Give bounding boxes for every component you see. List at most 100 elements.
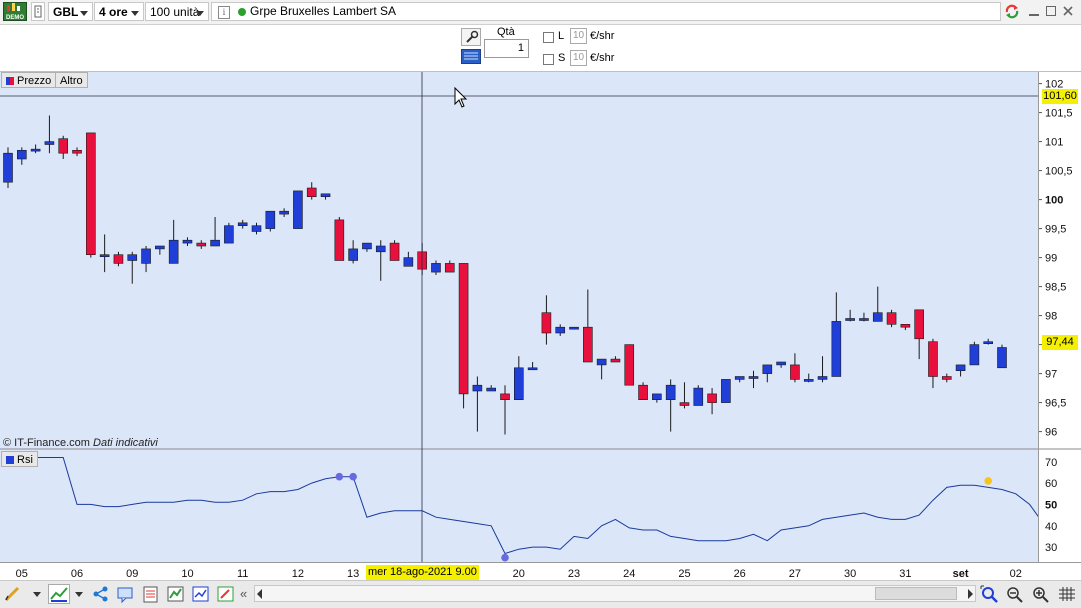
candle-body[interactable] (182, 239, 193, 244)
candle-body[interactable] (693, 387, 704, 406)
share-icon[interactable] (90, 584, 112, 604)
candle-body[interactable] (141, 248, 151, 264)
candle-body[interactable] (127, 254, 138, 261)
candle-body[interactable] (224, 225, 234, 244)
refresh-icon[interactable] (1003, 2, 1021, 21)
candle-body[interactable] (210, 239, 220, 247)
qty-input[interactable]: 1 (484, 39, 529, 58)
candle-body[interactable] (596, 358, 607, 366)
candle-body[interactable] (955, 364, 966, 371)
limit-input[interactable]: 10 (570, 28, 587, 44)
candle-body[interactable] (665, 384, 676, 401)
stop-input[interactable]: 10 (570, 50, 587, 66)
chart-type-icon[interactable] (48, 584, 70, 604)
candle-body[interactable] (872, 312, 883, 322)
candle-body[interactable] (155, 245, 165, 250)
zoom-out-icon[interactable] (1004, 584, 1026, 604)
minimize-icon[interactable] (1027, 4, 1041, 18)
candle-body[interactable] (279, 210, 289, 215)
price-axis[interactable]: 102101,5101100,510099,59998,59897,59796,… (1038, 72, 1081, 562)
stop-checkbox[interactable] (543, 54, 554, 65)
candle-body[interactable] (527, 367, 538, 371)
symbol-selector[interactable]: GBL (48, 2, 93, 21)
candle-body[interactable] (237, 222, 248, 227)
candle-body[interactable] (306, 187, 317, 197)
edit-chart-icon[interactable] (215, 584, 237, 604)
other-legend-button[interactable]: Altro (55, 72, 88, 88)
wrench-icon[interactable] (461, 28, 481, 46)
candle-body[interactable] (803, 379, 814, 382)
candle-body[interactable] (30, 148, 41, 152)
candle-body[interactable] (900, 324, 911, 328)
draw-pencil-icon[interactable] (2, 584, 24, 604)
candle-body[interactable] (610, 358, 621, 363)
candle-body[interactable] (831, 321, 842, 377)
chart-area[interactable]: Prezzo Altro © IT-Finance.com Dati indic… (0, 72, 1038, 562)
candle-body[interactable] (859, 318, 869, 321)
scroll-left-double-icon[interactable]: « (240, 586, 247, 602)
candle-body[interactable] (431, 263, 441, 273)
candle-body[interactable] (914, 309, 924, 340)
candle-body[interactable] (514, 367, 524, 400)
candle-body[interactable] (624, 344, 635, 386)
candle-body[interactable] (265, 210, 276, 229)
candle-body[interactable] (196, 242, 207, 247)
candle-body[interactable] (748, 376, 759, 379)
chart-svg[interactable] (0, 72, 1038, 562)
timeframe-selector[interactable]: 4 ore (94, 2, 144, 21)
candle-body[interactable] (348, 248, 358, 261)
candle-body[interactable] (583, 326, 593, 363)
candle-body[interactable] (486, 387, 496, 392)
candle-body[interactable] (569, 326, 579, 330)
candle-body[interactable] (941, 376, 952, 380)
candle-body[interactable] (113, 254, 124, 264)
chat-icon[interactable] (115, 584, 137, 604)
candle-body[interactable] (444, 263, 455, 273)
scrollbar[interactable] (254, 585, 976, 602)
scroll-left-icon[interactable] (257, 589, 262, 599)
candle-body[interactable] (928, 341, 938, 377)
candle-body[interactable] (555, 326, 566, 334)
candle-body[interactable] (734, 376, 745, 380)
candle-body[interactable] (679, 402, 690, 406)
zoom-fit-icon[interactable] (979, 584, 1001, 604)
candle-body[interactable] (403, 257, 414, 267)
candle-body[interactable] (638, 384, 648, 401)
maximize-icon[interactable] (1044, 4, 1058, 18)
candle-body[interactable] (845, 318, 855, 321)
candle-body[interactable] (293, 190, 303, 229)
candle-body[interactable] (707, 393, 717, 403)
candle-body[interactable] (652, 393, 662, 400)
zoom-in-icon[interactable] (1030, 584, 1052, 604)
calculator-icon[interactable] (140, 584, 162, 604)
candle-body[interactable] (790, 364, 800, 380)
rsi-legend[interactable]: Rsi (1, 451, 38, 467)
candle-body[interactable] (983, 341, 993, 345)
candle-body[interactable] (251, 225, 262, 232)
limit-checkbox[interactable] (543, 32, 554, 43)
keyboard-icon[interactable] (461, 49, 481, 64)
chevron-down-icon[interactable] (75, 592, 83, 597)
candle-body[interactable] (458, 263, 469, 395)
grid-icon[interactable] (1056, 584, 1078, 604)
close-icon[interactable] (1061, 4, 1075, 18)
scroll-right-icon[interactable] (968, 589, 973, 599)
candle-body[interactable] (389, 242, 400, 261)
candle-body[interactable] (969, 344, 980, 366)
time-axis[interactable]: 05060910111213162023242526273031set02030… (0, 562, 1081, 581)
candle-body[interactable] (86, 132, 96, 256)
candle-body[interactable] (500, 393, 510, 400)
window-chart-icon[interactable] (190, 584, 212, 604)
candle-body[interactable] (320, 193, 331, 198)
instrument-info-icon[interactable] (31, 2, 45, 21)
candle-body[interactable] (58, 138, 69, 154)
info-icon[interactable]: i (218, 6, 230, 19)
candle-body[interactable] (472, 384, 483, 392)
candle-body[interactable] (17, 150, 27, 160)
candle-body[interactable] (3, 152, 13, 183)
candle-body[interactable] (721, 379, 731, 403)
candle-body[interactable] (762, 364, 773, 374)
candle-body[interactable] (168, 239, 179, 264)
candle-body[interactable] (72, 150, 82, 154)
chevron-down-icon[interactable] (33, 592, 41, 597)
